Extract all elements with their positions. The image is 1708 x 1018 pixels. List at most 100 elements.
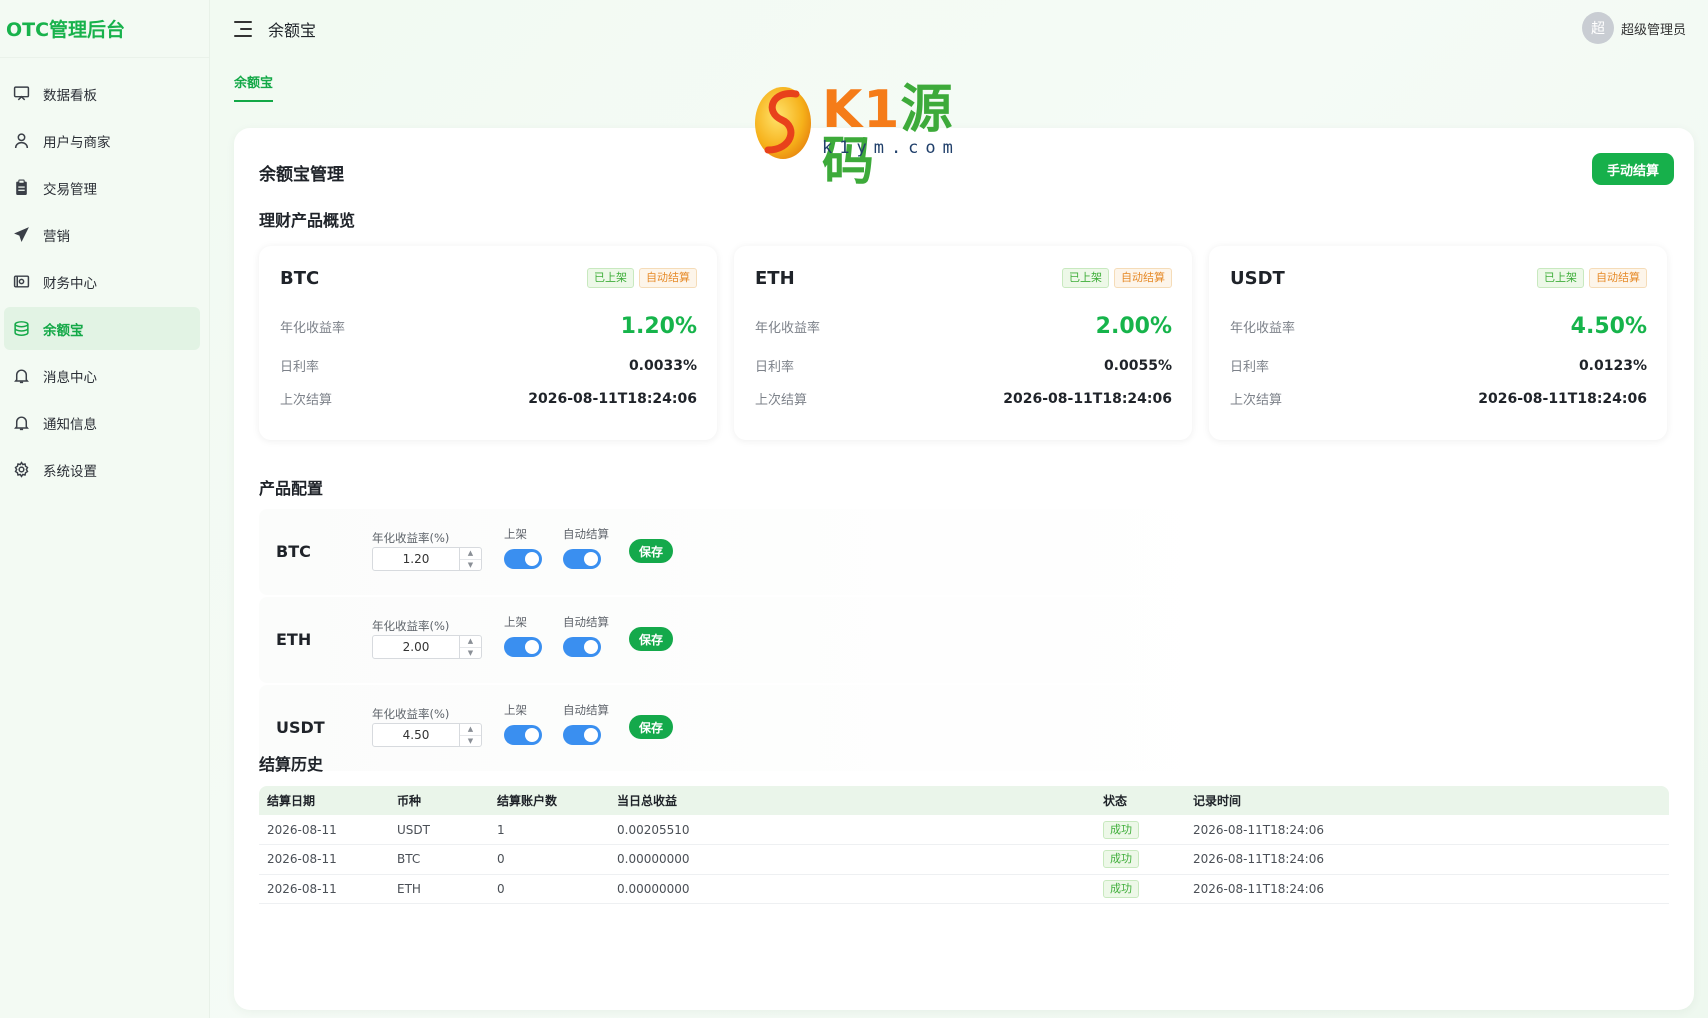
listed-toggle[interactable] bbox=[504, 725, 542, 745]
rate-field-label: 年化收益率(%) bbox=[372, 619, 450, 633]
status-badge-auto: 自动结算 bbox=[1589, 268, 1647, 288]
gear-icon bbox=[13, 460, 37, 480]
daily-rate-label: 日利率 bbox=[1230, 360, 1270, 375]
status-badge: 成功 bbox=[1103, 879, 1139, 898]
sidebar-item-marketing[interactable]: 营销 bbox=[4, 213, 200, 256]
config-title: 产品配置 bbox=[259, 479, 324, 498]
overview-title: 理财产品概览 bbox=[259, 211, 356, 230]
save-button[interactable]: 保存 bbox=[629, 539, 674, 563]
column-header: 币种 bbox=[389, 786, 489, 815]
annual-rate-value: 4.50% bbox=[1570, 314, 1647, 339]
config-coin: BTC bbox=[276, 542, 311, 561]
auto-settle-toggle[interactable] bbox=[563, 549, 601, 569]
user-menu[interactable]: 超 超级管理员 bbox=[1581, 12, 1686, 44]
chevron-down-icon[interactable]: ▼ bbox=[460, 560, 481, 571]
product-name: ETH bbox=[755, 268, 795, 289]
sidebar-item-users[interactable]: 用户与商家 bbox=[4, 119, 200, 162]
rate-input[interactable]: 1.20 bbox=[373, 548, 459, 570]
annual-rate-value: 1.20% bbox=[620, 314, 697, 339]
listed-toggle[interactable] bbox=[504, 637, 542, 657]
rate-stepper[interactable]: 4.50 ▲ ▼ bbox=[372, 723, 482, 747]
watermark-url: k1ym.com bbox=[822, 138, 960, 158]
table-row: 2026-08-11 ETH 0 0.00000000 成功 2026-08-1… bbox=[259, 874, 1669, 904]
listed-label: 上架 bbox=[504, 615, 527, 629]
annual-rate-label: 年化收益率 bbox=[755, 321, 821, 336]
column-header: 状态 bbox=[1095, 786, 1185, 815]
chevron-up-icon[interactable]: ▲ bbox=[460, 724, 481, 736]
sidebar-item-label: 消息中心 bbox=[43, 369, 97, 386]
finance-icon bbox=[13, 272, 37, 292]
listed-label: 上架 bbox=[504, 703, 527, 717]
coins-icon bbox=[13, 319, 37, 339]
top-header: 余额宝 超 超级管理员 bbox=[210, 0, 1708, 58]
column-header: 当日总收益 bbox=[609, 786, 1095, 815]
status-badge-listed: 已上架 bbox=[587, 268, 634, 288]
sidebar-item-label: 数据看板 bbox=[43, 87, 97, 104]
sidebar-item-notifications[interactable]: 通知信息 bbox=[4, 401, 200, 444]
daily-rate-label: 日利率 bbox=[755, 360, 795, 375]
menu-toggle-icon[interactable] bbox=[234, 21, 252, 37]
status-badge-listed: 已上架 bbox=[1062, 268, 1109, 288]
save-button[interactable]: 保存 bbox=[629, 627, 674, 651]
annual-rate-label: 年化收益率 bbox=[280, 321, 346, 336]
username[interactable]: 超级管理员 bbox=[1621, 19, 1686, 38]
column-header: 记录时间 bbox=[1185, 786, 1669, 815]
sidebar-item-label: 交易管理 bbox=[43, 181, 97, 198]
user-icon bbox=[13, 131, 37, 151]
last-settle-label: 上次结算 bbox=[1230, 393, 1283, 408]
daily-rate-value: 0.0055% bbox=[1103, 357, 1172, 374]
table-cell: 2026-08-11 bbox=[259, 815, 389, 845]
rate-stepper[interactable]: 1.20 ▲ ▼ bbox=[372, 547, 482, 571]
daily-rate-label: 日利率 bbox=[280, 360, 320, 375]
chevron-down-icon[interactable]: ▼ bbox=[460, 736, 481, 747]
config-row-eth: ETH 年化收益率(%) 2.00 ▲ ▼ 上架 自动结算 保存 bbox=[259, 597, 1669, 683]
table-cell: 2026-08-11T18:24:06 bbox=[1185, 844, 1669, 875]
sidebar-item-label: 余额宝 bbox=[43, 322, 84, 339]
product-card-btc: BTC 已上架 自动结算 年化收益率 1.20% 日利率 0.0033% 上次结… bbox=[259, 246, 717, 440]
chevron-up-icon[interactable]: ▲ bbox=[460, 548, 481, 560]
sidebar-item-finance[interactable]: 财务中心 bbox=[4, 260, 200, 303]
sidebar-menu: 数据看板 用户与商家 交易管理 营销 财务中心 余额宝 消息中心 通知信息 系统… bbox=[0, 58, 209, 491]
config-row-btc: BTC 年化收益率(%) 1.20 ▲ ▼ 上架 自动结算 保存 bbox=[259, 509, 1669, 595]
table-cell: 成功 bbox=[1095, 844, 1185, 875]
auto-settle-label: 自动结算 bbox=[563, 615, 609, 629]
last-settle-value: 2026-08-11T18:24:06 bbox=[1003, 390, 1172, 407]
auto-settle-toggle[interactable] bbox=[563, 725, 601, 745]
rate-field-label: 年化收益率(%) bbox=[372, 707, 450, 721]
rate-input[interactable]: 2.00 bbox=[373, 636, 459, 658]
config-coin: USDT bbox=[276, 718, 325, 737]
status-badge-auto: 自动结算 bbox=[1114, 268, 1172, 288]
avatar[interactable]: 超 bbox=[1581, 12, 1614, 44]
brand-logo: OTC管理后台 bbox=[0, 0, 209, 58]
rate-stepper[interactable]: 2.00 ▲ ▼ bbox=[372, 635, 482, 659]
auto-settle-label: 自动结算 bbox=[563, 703, 609, 717]
table-cell: 0 bbox=[489, 844, 609, 875]
sidebar-item-trades[interactable]: 交易管理 bbox=[4, 166, 200, 209]
chevron-down-icon[interactable]: ▼ bbox=[460, 648, 481, 659]
status-badge-auto: 自动结算 bbox=[639, 268, 697, 288]
status-badge: 成功 bbox=[1103, 850, 1139, 869]
send-icon bbox=[13, 225, 37, 245]
sidebar-item-yuebao[interactable]: 余额宝 bbox=[4, 307, 200, 350]
sidebar-item-dashboard[interactable]: 数据看板 bbox=[4, 72, 200, 115]
tab-yuebao[interactable]: 余额宝 bbox=[234, 72, 274, 102]
status-badge-listed: 已上架 bbox=[1537, 268, 1584, 288]
manual-settle-button[interactable]: 手动结算 bbox=[1591, 153, 1674, 185]
sidebar-item-settings[interactable]: 系统设置 bbox=[4, 448, 200, 491]
bell-icon bbox=[13, 413, 37, 433]
bell-icon bbox=[13, 366, 37, 386]
chevron-up-icon[interactable]: ▲ bbox=[460, 636, 481, 648]
column-header: 结算账户数 bbox=[489, 786, 609, 815]
table-cell: 2026-08-11 bbox=[259, 844, 389, 875]
sidebar: OTC管理后台 数据看板 用户与商家 交易管理 营销 财务中心 余额宝 消息中心… bbox=[0, 0, 210, 1018]
auto-settle-toggle[interactable] bbox=[563, 637, 601, 657]
table-cell: 2026-08-11T18:24:06 bbox=[1185, 815, 1669, 845]
rate-input[interactable]: 4.50 bbox=[373, 724, 459, 746]
config-coin: ETH bbox=[276, 630, 312, 649]
sidebar-item-label: 通知信息 bbox=[43, 416, 97, 433]
listed-toggle[interactable] bbox=[504, 549, 542, 569]
table-row: 2026-08-11 USDT 1 0.00205510 成功 2026-08-… bbox=[259, 815, 1669, 845]
sidebar-item-messages[interactable]: 消息中心 bbox=[4, 354, 200, 397]
save-button[interactable]: 保存 bbox=[629, 715, 674, 739]
page-title: 余额宝 bbox=[268, 21, 317, 40]
